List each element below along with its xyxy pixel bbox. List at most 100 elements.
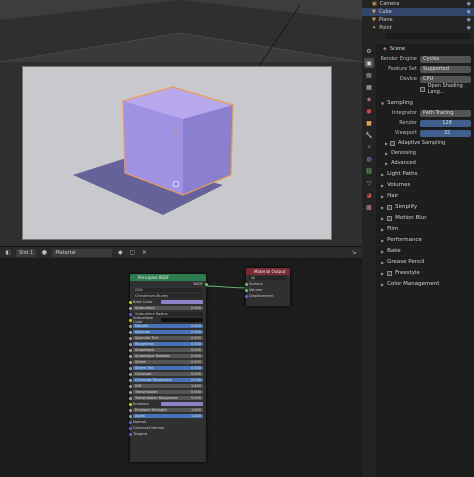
input-socket[interactable]	[128, 330, 132, 334]
section-header-performance[interactable]: ▶ Performance	[377, 234, 474, 245]
render-samples-field[interactable]: 128	[420, 119, 471, 127]
value-slider[interactable]: Emission Strength 1.000	[133, 407, 203, 413]
input-socket[interactable]	[128, 414, 132, 418]
outliner-item-camera[interactable]: ▣ Camera ◉	[362, 0, 474, 8]
close-icon[interactable]: ✕	[140, 249, 148, 257]
scene-tab-icon[interactable]: ◈	[364, 94, 374, 104]
3d-viewport[interactable]	[0, 0, 362, 246]
input-socket[interactable]	[128, 324, 132, 328]
node-title[interactable]: Principled BSDF	[130, 274, 206, 281]
value-slider[interactable]: Sheen Tint 0.500	[133, 365, 203, 371]
outliner[interactable]: ▣ Camera ◉ ▼ Cube ◉ ▼ Plane ◉ ✦ Point ◉	[362, 0, 474, 44]
displacement-socket[interactable]	[244, 294, 248, 298]
slot-selector[interactable]: Slot 1	[16, 248, 37, 257]
section-checkbox[interactable]	[387, 270, 393, 276]
pin-icon[interactable]: ↘	[350, 249, 358, 257]
sphere-icon[interactable]: ◐	[4, 249, 12, 257]
principled-bsdf-node[interactable]: Principled BSDF BSDF GGX Christensen-Bur…	[128, 274, 208, 462]
modifier-tab-icon[interactable]: 🔧	[364, 130, 374, 140]
outliner-item-point[interactable]: ✦ Point ◉	[362, 24, 474, 32]
world-tab-icon[interactable]: ●	[364, 106, 374, 116]
material-output-node[interactable]: Material Output All Surface Volume Displ…	[244, 268, 290, 306]
value-slider[interactable]: Transmission Roughness 0.000	[133, 395, 203, 401]
bsdf-output-socket[interactable]	[204, 282, 208, 286]
value-slider[interactable]: Metallic 0.000	[133, 323, 203, 329]
value-slider[interactable]: IOR 1.450	[133, 383, 203, 389]
data-tab-icon[interactable]: ▽	[364, 178, 374, 188]
input-socket[interactable]	[128, 432, 132, 436]
input-socket[interactable]	[128, 360, 132, 364]
value-slider[interactable]: Alpha 1.000	[133, 413, 203, 419]
input-socket[interactable]	[128, 426, 132, 430]
section-header-grease-pencil[interactable]: ▶ Grease Pencil	[377, 256, 474, 267]
input-socket[interactable]	[128, 318, 132, 322]
value-slider[interactable]: Sheen 0.000	[133, 359, 203, 365]
input-socket[interactable]	[128, 336, 132, 340]
value-slider[interactable]: Anisotropic Rotation 0.000	[133, 353, 203, 359]
input-socket[interactable]	[128, 396, 132, 400]
material-name-field[interactable]: Material	[52, 248, 113, 257]
value-slider[interactable]: Anisotropic 0.000	[133, 347, 203, 353]
surface-socket[interactable]	[244, 282, 248, 286]
target-dropdown[interactable]: All	[249, 275, 287, 281]
input-socket[interactable]	[128, 366, 132, 370]
value-slider[interactable]: Specular Tint 0.000	[133, 335, 203, 341]
sampling-section-header[interactable]: ▼ Sampling	[377, 97, 474, 108]
input-socket[interactable]	[128, 342, 132, 346]
feature-set-dropdown[interactable]: Supported	[420, 65, 471, 73]
subsurface-method-dropdown[interactable]: Christensen-Burley	[133, 293, 203, 299]
section-header-freestyle[interactable]: ▶ Freestyle	[377, 267, 474, 278]
material-tab-icon[interactable]: ◕	[364, 190, 374, 200]
input-socket[interactable]	[128, 306, 132, 310]
section-checkbox[interactable]	[387, 215, 393, 221]
input-socket[interactable]	[128, 384, 132, 388]
denoising-row[interactable]: ▶ Denoising	[377, 148, 474, 158]
value-slider[interactable]: Roughness 0.500	[133, 341, 203, 347]
input-socket[interactable]	[128, 420, 132, 424]
output-tab-icon[interactable]: ▤	[364, 70, 374, 80]
value-slider[interactable]: Specular 0.500	[133, 329, 203, 335]
value-slider[interactable]: Transmission 0.000	[133, 389, 203, 395]
color-swatch[interactable]	[161, 299, 203, 305]
section-header-color-management[interactable]: ▶ Color Management	[377, 278, 474, 289]
adaptive-sampling-row[interactable]: ▶ Adaptive Sampling	[377, 138, 474, 148]
value-slider[interactable]: Clearcoat Roughness 0.030	[133, 377, 203, 383]
search-input[interactable]	[386, 33, 470, 39]
node-editor[interactable]: Principled BSDF BSDF GGX Christensen-Bur…	[0, 258, 362, 477]
outliner-item-cube[interactable]: ▼ Cube ◉	[362, 8, 474, 16]
section-header-simplify[interactable]: ▶ Simplify	[377, 201, 474, 212]
input-socket[interactable]	[128, 408, 132, 412]
physics-tab-icon[interactable]: ◍	[364, 154, 374, 164]
shield-icon[interactable]: ◆	[116, 249, 124, 257]
section-header-film[interactable]: ▶ Film	[377, 223, 474, 234]
input-socket[interactable]	[128, 300, 132, 304]
render-engine-dropdown[interactable]: Cycles	[420, 55, 471, 63]
input-socket[interactable]	[128, 390, 132, 394]
copy-icon[interactable]: ▢	[128, 249, 136, 257]
section-header-volumes[interactable]: ▶ Volumes	[377, 179, 474, 190]
view-layer-tab-icon[interactable]: ▦	[364, 82, 374, 92]
material-icon[interactable]: ●	[40, 249, 48, 257]
particles-tab-icon[interactable]: ✧	[364, 142, 374, 152]
color-swatch[interactable]	[161, 401, 203, 407]
tool-tab-icon[interactable]: ⚙	[364, 46, 374, 56]
device-dropdown[interactable]: CPU	[420, 75, 471, 83]
constraints-tab-icon[interactable]: ⛓	[364, 166, 374, 176]
node-title[interactable]: Material Output	[246, 268, 290, 275]
distribution-dropdown[interactable]: GGX	[133, 287, 203, 293]
input-socket[interactable]	[128, 372, 132, 376]
texture-tab-icon[interactable]: ▩	[364, 202, 374, 212]
eye-icon[interactable]: ◉	[467, 25, 471, 31]
input-socket[interactable]	[128, 378, 132, 382]
eye-icon[interactable]: ◉	[467, 9, 471, 15]
section-header-light-paths[interactable]: ▶ Light Paths	[377, 168, 474, 179]
viewport-samples-field[interactable]: 32	[420, 129, 471, 137]
integrator-dropdown[interactable]: Path Tracing	[420, 109, 471, 117]
input-socket[interactable]	[128, 354, 132, 358]
render-tab-icon[interactable]: ▣	[364, 58, 374, 68]
section-header-bake[interactable]: ▶ Bake	[377, 245, 474, 256]
osl-checkbox[interactable]	[420, 86, 425, 92]
eye-icon[interactable]: ◉	[467, 1, 471, 7]
input-socket[interactable]	[128, 312, 132, 316]
value-slider[interactable]: Clearcoat 0.000	[133, 371, 203, 377]
